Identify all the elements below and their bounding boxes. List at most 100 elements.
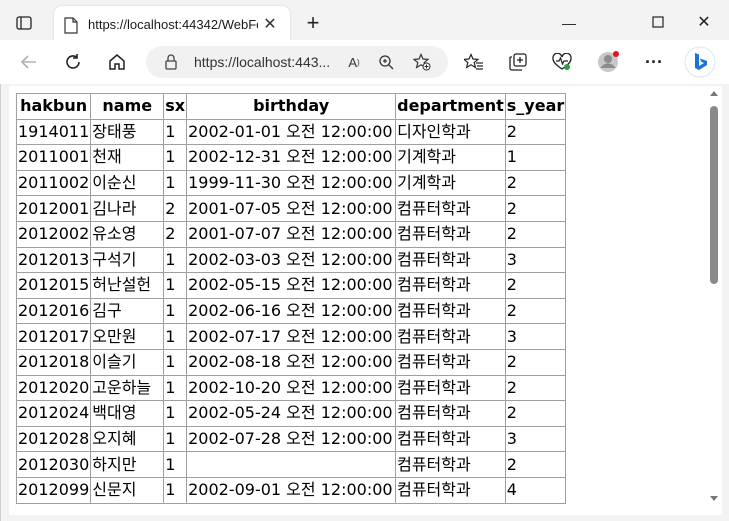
table-row: 2012018 이슬기 1 2002-08-18 오전 12:00:00 컴퓨터학과 2: [15, 348, 567, 376]
cell-name: 오지혜: [90, 425, 165, 453]
address-bar[interactable]: https://localhost:443... A): [146, 46, 448, 78]
copilot-icon[interactable]: [684, 46, 716, 78]
vertical-scrollbar[interactable]: [706, 86, 722, 515]
cell-sx: 1: [163, 451, 188, 478]
scroll-down-arrow-icon[interactable]: [710, 496, 718, 501]
cell-name: 구석기: [90, 246, 165, 274]
cell-s-year: 2: [504, 400, 567, 427]
cell-sx: 1: [163, 348, 188, 376]
table-row: 1914011 장태풍 1 2002-01-01 오전 12:00:00 디자인학과 2: [15, 118, 567, 146]
cell-name: 이순신: [90, 169, 165, 197]
column-header-department: department: [395, 93, 506, 120]
cell-name: 허난설헌: [90, 272, 165, 299]
collections-icon[interactable]: [506, 50, 530, 74]
cell-hakbun: 2012099: [15, 476, 92, 504]
cell-birthday: 1999-11-30 오전 12:00:00: [186, 169, 397, 197]
cell-department: 컴퓨터학과: [395, 220, 506, 248]
tab-close-icon[interactable]: ✕: [262, 17, 278, 33]
cell-s-year: 4: [504, 476, 567, 504]
table-row: 2012001 김나라 2 2001-07-05 오전 12:00:00 컴퓨터학과 2: [15, 195, 567, 222]
cell-name: 천재: [90, 144, 165, 171]
cell-hakbun: 2011002: [15, 169, 92, 197]
cell-s-year: 2: [504, 348, 567, 376]
cell-birthday: 2002-12-31 오전 12:00:00: [186, 144, 397, 171]
cell-name: 장태풍: [90, 118, 165, 146]
refresh-icon[interactable]: [61, 50, 85, 74]
home-icon[interactable]: [105, 50, 129, 74]
cell-department: 컴퓨터학과: [395, 348, 506, 376]
more-options-icon[interactable]: ···: [642, 50, 666, 74]
favorites-icon[interactable]: [462, 50, 486, 74]
table-row: 2012002 유소영 2 2001-07-07 오전 12:00:00 컴퓨터학과 2: [15, 220, 567, 248]
column-header-sx: sx: [163, 93, 188, 120]
cell-sx: 1: [163, 374, 188, 402]
table-row: 2012024 백대영 1 2002-05-24 오전 12:00:00 컴퓨터학과 2: [15, 400, 567, 427]
cell-hakbun: 1914011: [15, 118, 92, 146]
cell-s-year: 3: [504, 323, 567, 350]
cell-department: 컴퓨터학과: [395, 451, 506, 478]
cell-birthday: [186, 451, 397, 478]
new-tab-icon[interactable]: +: [302, 12, 324, 34]
cell-birthday: 2002-07-28 오전 12:00:00: [186, 425, 397, 453]
cell-name: 김구: [90, 297, 165, 325]
table-row: 2012030 하지만 1 컴퓨터학과 2: [15, 451, 567, 478]
cell-hakbun: 2012001: [15, 195, 92, 222]
profile-avatar[interactable]: [596, 50, 620, 74]
close-window-icon[interactable]: ✕: [693, 12, 715, 34]
column-header-hakbun: hakbun: [15, 93, 92, 120]
table-row: 2012028 오지혜 1 2002-07-28 오전 12:00:00 컴퓨터학과 3: [15, 425, 567, 453]
page-content: hakbun name sx birthday department s_yea…: [9, 86, 706, 515]
cell-department: 컴퓨터학과: [395, 272, 506, 299]
zoom-icon[interactable]: [376, 52, 396, 72]
cell-name: 오만원: [90, 323, 165, 350]
cell-birthday: 2002-07-17 오전 12:00:00: [186, 323, 397, 350]
add-favorite-icon[interactable]: [412, 52, 432, 72]
browser-essentials-icon[interactable]: [550, 50, 574, 74]
column-header-birthday: birthday: [186, 93, 397, 120]
cell-birthday: 2002-09-01 오전 12:00:00: [186, 476, 397, 504]
cell-s-year: 2: [504, 297, 567, 325]
read-aloud-icon[interactable]: A): [344, 52, 364, 72]
cell-birthday: 2002-01-01 오전 12:00:00: [186, 118, 397, 146]
cell-s-year: 2: [504, 118, 567, 146]
maximize-icon[interactable]: [647, 12, 669, 34]
tab-actions-icon[interactable]: [14, 13, 34, 33]
cell-hakbun: 2012020: [15, 374, 92, 402]
cell-birthday: 2002-05-15 오전 12:00:00: [186, 272, 397, 299]
cell-sx: 1: [163, 246, 188, 274]
cell-birthday: 2002-03-03 오전 12:00:00: [186, 246, 397, 274]
address-url: https://localhost:443...: [194, 54, 331, 70]
cell-s-year: 2: [504, 374, 567, 402]
table-row: 2012017 오만원 1 2002-07-17 오전 12:00:00 컴퓨터학과 3: [15, 323, 567, 350]
cell-sx: 1: [163, 297, 188, 325]
scrollbar-thumb[interactable]: [710, 106, 718, 284]
table-header-row: hakbun name sx birthday department s_yea…: [15, 93, 567, 120]
column-header-name: name: [90, 93, 165, 120]
table-row: 2012015 허난설헌 1 2002-05-15 오전 12:00:00 컴퓨터학과 2: [15, 272, 567, 299]
cell-hakbun: 2012013: [15, 246, 92, 274]
cell-department: 컴퓨터학과: [395, 246, 506, 274]
minimize-icon[interactable]: —: [558, 12, 580, 34]
cell-birthday: 2001-07-07 오전 12:00:00: [186, 220, 397, 248]
tab-title: https://localhost:44342/WebForm: [88, 17, 258, 32]
cell-s-year: 3: [504, 425, 567, 453]
read-aloud-label: A: [348, 54, 357, 70]
cell-sx: 1: [163, 476, 188, 504]
cell-name: 백대영: [90, 400, 165, 427]
cell-sx: 1: [163, 144, 188, 171]
cell-hakbun: 2012015: [15, 272, 92, 299]
table-row: 2012099 신문지 1 2002-09-01 오전 12:00:00 컴퓨터학과 4: [15, 476, 567, 504]
scroll-up-arrow-icon[interactable]: [710, 91, 718, 96]
table-row: 2012016 김구 1 2002-06-16 오전 12:00:00 컴퓨터학과 2: [15, 297, 567, 325]
browser-toolbar: https://localhost:443... A) ···: [0, 40, 729, 84]
lock-icon[interactable]: [164, 54, 178, 70]
back-icon[interactable]: [17, 50, 41, 74]
cell-hakbun: 2012028: [15, 425, 92, 453]
cell-birthday: 2002-05-24 오전 12:00:00: [186, 400, 397, 427]
cell-name: 이슬기: [90, 348, 165, 376]
cell-department: 컴퓨터학과: [395, 323, 506, 350]
cell-hakbun: 2012016: [15, 297, 92, 325]
cell-hakbun: 2012017: [15, 323, 92, 350]
cell-s-year: 2: [504, 451, 567, 478]
cell-name: 하지만: [90, 451, 165, 478]
